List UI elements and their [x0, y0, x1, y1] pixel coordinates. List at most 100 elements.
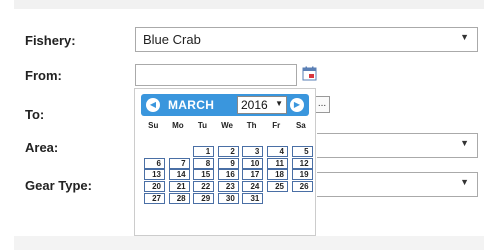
chevron-down-icon: ▼ — [460, 177, 469, 187]
calendar-day[interactable]: 29 — [193, 192, 215, 204]
calendar-cell — [143, 146, 168, 157]
calendar-cell: 26 — [291, 181, 316, 193]
prev-month-icon[interactable]: ◀ — [146, 98, 160, 112]
year-value: 2016 — [241, 98, 268, 112]
calendar-day[interactable]: 18 — [266, 169, 288, 181]
calendar-cell: 16 — [217, 169, 242, 181]
calendar-cell: 11 — [266, 157, 291, 169]
calendar-cell: 30 — [217, 192, 242, 204]
calendar-cell: 10 — [241, 157, 266, 169]
year-select[interactable]: 2016 ▼ — [237, 96, 287, 114]
calendar-day[interactable]: 30 — [217, 192, 239, 204]
calendar-cell: 1 — [192, 146, 217, 157]
month-label: MARCH — [168, 98, 215, 112]
gear-type-label: Gear Type: — [25, 178, 92, 193]
calendar-cell: 27 — [143, 192, 168, 204]
calendar-cell: 18 — [266, 169, 291, 181]
calendar-day[interactable]: 16 — [217, 169, 239, 181]
calendar-day[interactable]: 3 — [242, 146, 264, 157]
calendar-day[interactable]: 11 — [266, 157, 288, 169]
calendar-cell: 20 — [143, 181, 168, 193]
calendar-cell: 17 — [241, 169, 266, 181]
weekday-label: Su — [148, 121, 159, 130]
calendar-day[interactable]: 12 — [291, 157, 313, 169]
calendar-cell: 19 — [291, 169, 316, 181]
weekday-label: Tu — [197, 121, 208, 130]
calendar-cell: 25 — [266, 181, 291, 193]
calendar-cell: 31 — [241, 192, 266, 204]
calendar-day[interactable]: 15 — [193, 169, 215, 181]
calendar-cell: 7 — [168, 157, 193, 169]
calendar-day[interactable]: 24 — [242, 181, 264, 193]
calendar-cell: 9 — [217, 157, 242, 169]
chevron-down-icon: ▼ — [275, 99, 283, 108]
calendar-day[interactable]: 19 — [291, 169, 313, 181]
from-label: From: — [25, 68, 62, 83]
calendar-cell: 15 — [192, 169, 217, 181]
from-date-input[interactable] — [135, 64, 297, 86]
calendar-cell: 14 — [168, 169, 193, 181]
calendar-day[interactable]: 13 — [144, 169, 165, 181]
calendar-cell: 24 — [241, 181, 266, 193]
calendar-cell: 21 — [168, 181, 193, 193]
calendar-day[interactable]: 25 — [266, 181, 288, 193]
bottom-bar — [14, 236, 484, 250]
calendar-cell: 23 — [217, 181, 242, 193]
calendar-day[interactable]: 1 — [193, 146, 215, 157]
weekday-label: We — [221, 121, 233, 130]
weekday-label: Fr — [272, 121, 281, 130]
calendar-week: 13 14 15 16 17 18 19 — [143, 169, 315, 181]
calendar-cell: 28 — [168, 192, 193, 204]
calendar-day[interactable]: 27 — [144, 192, 165, 204]
calendar-day[interactable]: 23 — [217, 181, 239, 193]
calendar-day[interactable]: 14 — [168, 169, 190, 181]
calendar-cell: 3 — [241, 146, 266, 157]
calendar-cell — [168, 146, 193, 157]
calendar-day[interactable]: 2 — [217, 146, 239, 157]
chevron-down-icon: ▼ — [460, 32, 469, 42]
datepicker-popup: ◀ MARCH 2016 ▼ ▶ Su Mo Tu We Th Fr Sa 12… — [134, 88, 316, 236]
calendar-day[interactable]: 21 — [168, 181, 190, 193]
calendar-day[interactable]: 20 — [144, 181, 165, 193]
calendar-cell: 4 — [266, 146, 291, 157]
fishery-value: Blue Crab — [143, 32, 201, 47]
calendar-day[interactable]: 31 — [242, 192, 264, 204]
calendar-day[interactable]: 7 — [168, 157, 190, 169]
fishery-select[interactable]: Blue Crab ▼ — [135, 27, 478, 52]
calendar-icon[interactable] — [302, 66, 317, 81]
more-button[interactable]: ... — [314, 96, 330, 113]
calendar-day[interactable]: 4 — [266, 146, 288, 157]
calendar-day[interactable]: 26 — [291, 181, 313, 193]
calendar-grid: 1 2 3 4 5 6 7 8 9 10 11 12 13 14 15 16 17 18 19 20 21 22 23 24 2… — [143, 146, 315, 204]
weekday-header: Su Mo Tu We Th Fr Sa — [141, 121, 313, 133]
calendar-cell: 13 — [143, 169, 168, 181]
calendar-week: 12345 — [143, 146, 315, 158]
weekday-label: Th — [246, 121, 257, 130]
calendar-day[interactable]: 22 — [193, 181, 215, 193]
calendar-cell: 12 — [291, 157, 316, 169]
calendar-cell: 5 — [291, 146, 316, 157]
calendar-week: 27 28 29 30 31 — [143, 192, 316, 205]
calendar-day[interactable]: 28 — [168, 192, 190, 204]
calendar-cell — [291, 193, 316, 204]
calendar-day[interactable]: 9 — [217, 157, 239, 169]
area-label: Area: — [25, 140, 59, 155]
fishery-label: Fishery: — [25, 33, 76, 48]
next-month-icon[interactable]: ▶ — [290, 98, 304, 112]
calendar-day[interactable]: 8 — [193, 157, 215, 169]
calendar-day[interactable]: 6 — [144, 157, 165, 169]
area-select[interactable]: ▼ — [317, 133, 478, 158]
calendar-cell: 29 — [192, 192, 217, 204]
calendar-day[interactable]: 10 — [242, 157, 264, 169]
calendar-cell: 2 — [217, 146, 242, 157]
calendar-day[interactable]: 17 — [242, 169, 264, 181]
weekday-label: Sa — [295, 121, 306, 130]
gear-type-select[interactable]: ▼ — [317, 172, 478, 197]
calendar-week: 20 21 22 23 24 25 26 — [143, 181, 315, 193]
calendar-day[interactable]: 5 — [291, 146, 313, 157]
weekday-label: Mo — [172, 121, 184, 130]
calendar-cell — [266, 193, 291, 204]
to-label: To: — [25, 107, 45, 122]
calendar-cell: 6 — [143, 157, 168, 169]
chevron-down-icon: ▼ — [460, 138, 469, 148]
